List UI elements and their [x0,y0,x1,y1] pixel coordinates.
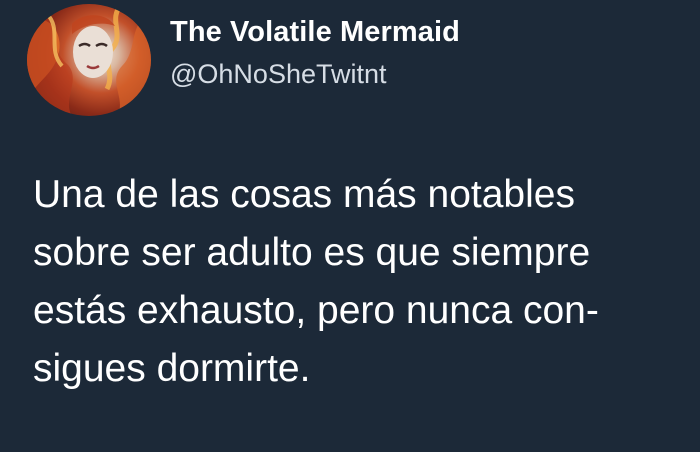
tweet-text-line: estás exhausto, pero nunca con- [33,289,599,332]
author-handle[interactable]: @OhNoSheTwitnt [170,56,460,92]
tweet-card: The Volatile Mermaid @OhNoSheTwitnt Una … [0,0,700,452]
avatar-image [27,4,151,116]
tweet-text-line: sigues dormirte. [33,347,311,390]
tweet-author: The Volatile Mermaid @OhNoSheTwitnt [170,14,460,92]
tweet-text: Una de las cosas más notables sobre ser … [33,166,693,398]
tweet-text-line: Una de las cosas más notables [33,173,575,216]
author-display-name[interactable]: The Volatile Mermaid [170,14,460,50]
avatar[interactable] [27,4,151,116]
tweet-text-line: sobre ser adulto es que siempre [33,231,591,274]
